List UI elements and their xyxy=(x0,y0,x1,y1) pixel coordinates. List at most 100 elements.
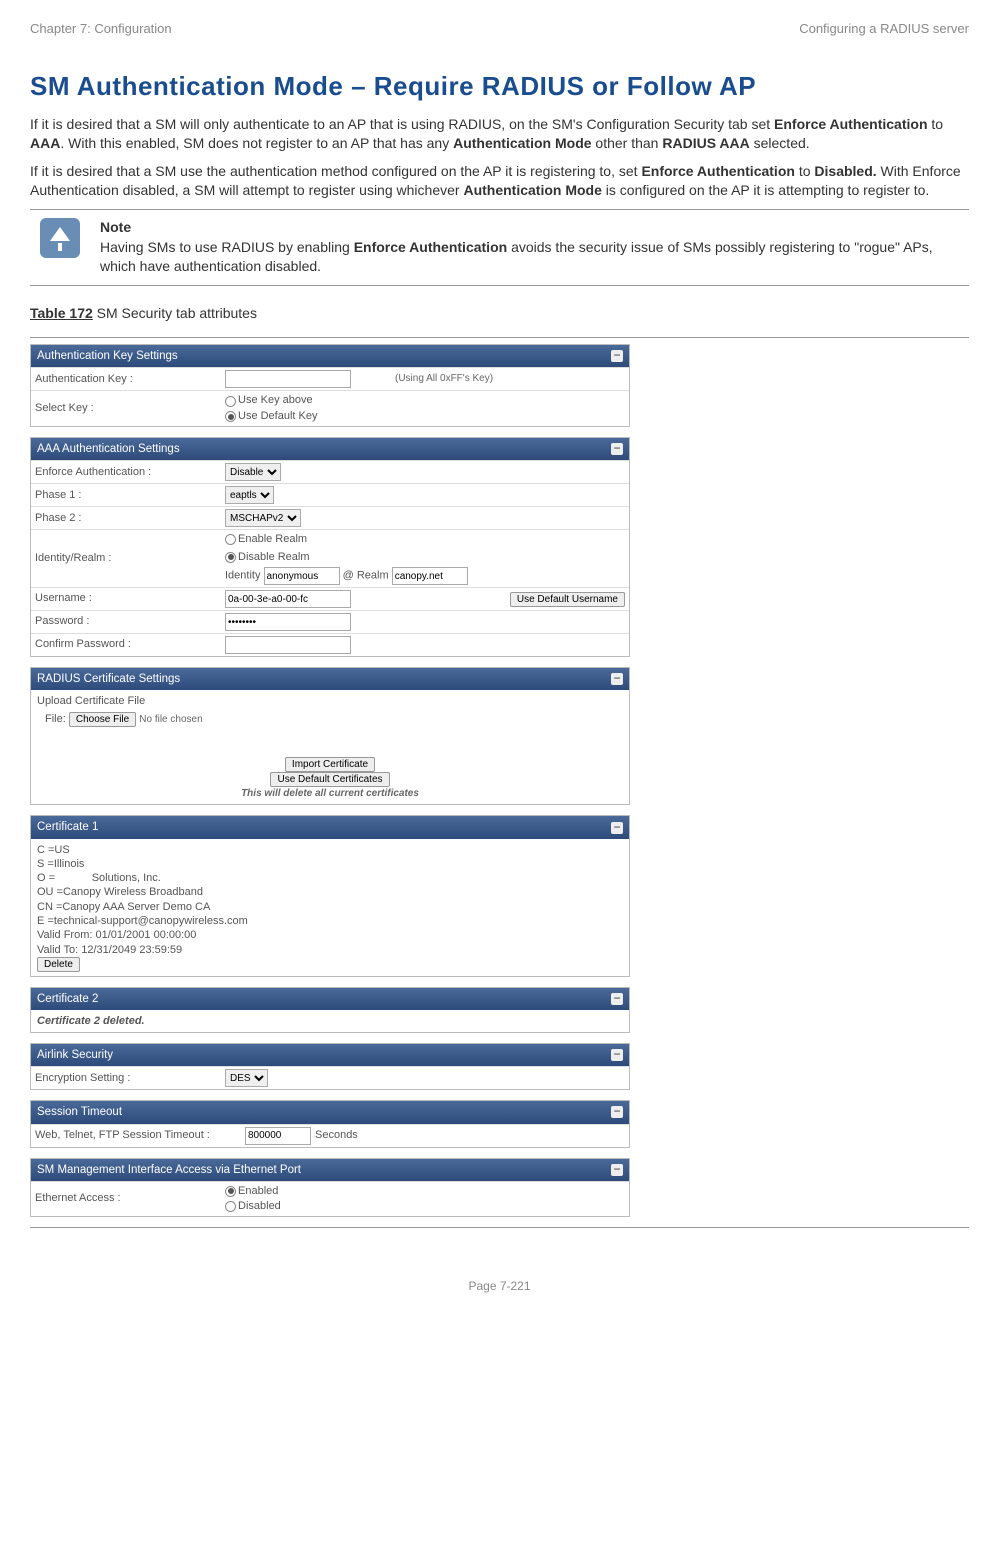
auth-key-hint: (Using All 0xFF's Key) xyxy=(395,372,493,386)
panel-session-timeout: Session Timeout− Web, Telnet, FTP Sessio… xyxy=(30,1100,630,1147)
upload-cert-label: Upload Certificate File xyxy=(37,694,623,708)
radio-use-default-key[interactable]: Use Default Key xyxy=(225,409,317,424)
panel-title: Authentication Key Settings xyxy=(37,348,178,364)
panel-radius-cert: RADIUS Certificate Settings − Upload Cert… xyxy=(30,667,630,805)
enforce-auth-select[interactable]: Disable xyxy=(225,463,281,481)
collapse-icon[interactable]: − xyxy=(611,1106,623,1118)
collapse-icon[interactable]: − xyxy=(611,993,623,1005)
at-symbol: @ xyxy=(343,570,354,582)
collapse-icon[interactable]: − xyxy=(611,1164,623,1176)
text: to xyxy=(928,116,944,132)
radio-use-key-above[interactable]: Use Key above xyxy=(225,393,313,408)
panel-title: SM Management Interface Access via Ether… xyxy=(37,1162,301,1178)
collapse-icon[interactable]: − xyxy=(611,443,623,455)
cert-field: CN =Canopy AAA Server Demo CA xyxy=(37,900,623,914)
identity-input[interactable] xyxy=(264,567,340,585)
text: . With this enabled, SM does not registe… xyxy=(60,135,453,151)
file-label: File: xyxy=(45,713,66,725)
seconds-unit: Seconds xyxy=(315,1128,358,1143)
panel-cert1: Certificate 1 − C =US S =Illinois O = Sol… xyxy=(30,815,630,976)
identity-realm-label: Identity/Realm : xyxy=(35,551,225,566)
panel-title: Airlink Security xyxy=(37,1047,113,1063)
identity-field-label: Identity xyxy=(225,570,260,582)
text: to xyxy=(795,163,814,179)
use-default-username-button[interactable]: Use Default Username xyxy=(510,592,625,607)
paragraph-2: If it is desired that a SM use the authe… xyxy=(30,162,969,201)
label: Disable Realm xyxy=(238,550,310,565)
phase2-label: Phase 2 : xyxy=(35,511,225,526)
password-label: Password : xyxy=(35,614,225,629)
panel-auth-key: Authentication Key Settings − Authenticat… xyxy=(30,344,630,427)
realm-input[interactable] xyxy=(392,567,468,585)
cert-field: S =Illinois xyxy=(37,857,623,871)
panel-title: AAA Authentication Settings xyxy=(37,441,180,457)
note-icon xyxy=(40,218,80,258)
radio-ethernet-disabled[interactable]: Disabled xyxy=(225,1199,281,1214)
page-footer: Page 7-221 xyxy=(30,1278,969,1295)
panel-sm-mgmt: SM Management Interface Access via Ether… xyxy=(30,1158,630,1218)
panel-title: RADIUS Certificate Settings xyxy=(37,671,180,687)
radio-disable-realm[interactable]: Disable Realm xyxy=(225,550,310,565)
session-timeout-label: Web, Telnet, FTP Session Timeout : xyxy=(35,1128,245,1143)
cert-warning-text: This will delete all current certificate… xyxy=(37,787,623,800)
term-aaa: AAA xyxy=(30,135,60,151)
panel-cert2: Certificate 2 − Certificate 2 deleted. xyxy=(30,987,630,1033)
cert-field: OU =Canopy Wireless Broadband xyxy=(37,885,623,899)
session-timeout-input[interactable] xyxy=(245,1127,311,1145)
table-number: Table 172 xyxy=(30,305,93,321)
cert-field: Valid To: 12/31/2049 23:59:59 xyxy=(37,943,623,957)
encryption-select[interactable]: DES xyxy=(225,1069,268,1087)
term-enforce-auth: Enforce Authentication xyxy=(354,239,508,255)
term-disabled: Disabled. xyxy=(814,163,876,179)
delete-cert-button[interactable]: Delete xyxy=(37,957,80,972)
text: If it is desired that a SM will only aut… xyxy=(30,116,774,132)
note-title: Note xyxy=(100,218,969,238)
table-title: SM Security tab attributes xyxy=(93,305,257,321)
label: Use Default Key xyxy=(238,409,317,424)
collapse-icon[interactable]: − xyxy=(611,350,623,362)
import-certificate-button[interactable]: Import Certificate xyxy=(285,757,375,772)
cert-field: Valid From: 01/01/2001 00:00:00 xyxy=(37,928,623,942)
radio-ethernet-enabled[interactable]: Enabled xyxy=(225,1184,278,1199)
phase1-select[interactable]: eaptls xyxy=(225,486,274,504)
cert-field: C =US xyxy=(37,843,623,857)
encryption-label: Encryption Setting : xyxy=(35,1071,225,1086)
auth-key-label: Authentication Key : xyxy=(35,372,225,387)
panel-title: Certificate 2 xyxy=(37,991,98,1007)
cert-field: O = Solutions, Inc. xyxy=(37,871,623,885)
confirm-password-label: Confirm Password : xyxy=(35,637,225,652)
choose-file-button[interactable]: Choose File xyxy=(69,712,136,727)
phase2-select[interactable]: MSCHAPv2 xyxy=(225,509,301,527)
auth-key-input[interactable] xyxy=(225,370,351,388)
password-input[interactable] xyxy=(225,613,351,631)
header-right: Configuring a RADIUS server xyxy=(799,20,969,38)
term-radius-aaa: RADIUS AAA xyxy=(662,135,749,151)
collapse-icon[interactable]: − xyxy=(611,1049,623,1061)
text: Having SMs to use RADIUS by enabling xyxy=(100,239,354,255)
paragraph-1: If it is desired that a SM will only aut… xyxy=(30,115,969,154)
panel-title: Certificate 1 xyxy=(37,819,98,835)
cert-field: E =technical-support@canopywireless.com xyxy=(37,914,623,928)
embedded-ui-screenshot: Authentication Key Settings − Authenticat… xyxy=(30,344,630,1217)
header-left: Chapter 7: Configuration xyxy=(30,20,172,38)
cert2-deleted-text: Certificate 2 deleted. xyxy=(31,1010,629,1032)
confirm-password-input[interactable] xyxy=(225,636,351,654)
note-body: Having SMs to use RADIUS by enabling Enf… xyxy=(100,238,969,277)
use-default-certificates-button[interactable]: Use Default Certificates xyxy=(270,772,389,787)
label: Enabled xyxy=(238,1184,278,1199)
collapse-icon[interactable]: − xyxy=(611,822,623,834)
no-file-text: No file chosen xyxy=(139,714,202,725)
username-input[interactable] xyxy=(225,590,351,608)
username-label: Username : xyxy=(35,591,225,606)
label: Enable Realm xyxy=(238,532,307,547)
note-block: Note Having SMs to use RADIUS by enablin… xyxy=(30,218,969,277)
text: If it is desired that a SM use the authe… xyxy=(30,163,641,179)
table-caption: Table 172 SM Security tab attributes xyxy=(30,304,969,324)
radio-enable-realm[interactable]: Enable Realm xyxy=(225,532,307,547)
label: Disabled xyxy=(238,1199,281,1214)
label: Use Key above xyxy=(238,393,313,408)
text: is configured on the AP it is attempting… xyxy=(602,182,929,198)
collapse-icon[interactable]: − xyxy=(611,673,623,685)
term-auth-mode: Authentication Mode xyxy=(453,135,591,151)
term-enforce-auth: Enforce Authentication xyxy=(641,163,795,179)
